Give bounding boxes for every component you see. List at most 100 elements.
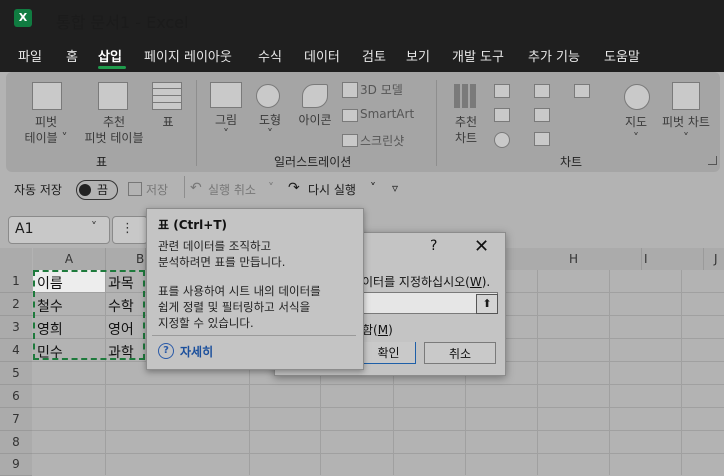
- tooltip-line-1: 관련 데이터를 조직하고: [158, 239, 272, 253]
- customize-qat-icon[interactable]: ▿: [392, 181, 398, 195]
- prompt-suffix: ).: [481, 275, 491, 289]
- column-header-b[interactable]: B: [106, 248, 146, 270]
- prompt-access-key: W: [469, 275, 482, 289]
- recommended-pivot-icon: [98, 82, 128, 110]
- group-label-charts: 차트: [560, 155, 583, 169]
- tab-page-layout[interactable]: 페이지 레이아웃: [144, 46, 232, 65]
- cancel-button[interactable]: 취소: [424, 342, 496, 364]
- waterfall-chart-icon[interactable]: [574, 84, 590, 98]
- select-all-corner[interactable]: [0, 248, 32, 270]
- ok-button[interactable]: 확인: [362, 342, 416, 364]
- formula-controls[interactable]: ⋮: [112, 216, 148, 244]
- dialog-range-prompt: 이터를 지정하십시오(W).: [362, 273, 490, 290]
- scatter-chart-icon[interactable]: [534, 132, 550, 146]
- checkbox-prefix: 함(: [362, 323, 378, 337]
- 3d-models-button[interactable]: 3D 모델: [340, 80, 424, 98]
- pictures-dropdown-icon: ˅: [223, 127, 229, 141]
- screenshot-label: 스크린샷: [360, 134, 405, 148]
- column-header-a[interactable]: A: [33, 248, 106, 270]
- tooltip-learn-more-link[interactable]: 자세히: [180, 343, 213, 360]
- statistic-chart-icon[interactable]: [534, 108, 550, 122]
- redo-dropdown-icon[interactable]: ˅: [370, 181, 376, 195]
- pivot-table-button[interactable]: 피벗 테이블 ˅: [24, 80, 70, 160]
- column-header-i[interactable]: I: [642, 248, 704, 270]
- dialog-help-button[interactable]: ?: [430, 238, 437, 254]
- tooltip-title: 표 (Ctrl+T): [158, 218, 228, 232]
- maps-button[interactable]: 지도 ˅: [618, 80, 654, 146]
- name-box-value: A1: [15, 221, 34, 237]
- undo-icon[interactable]: ↶: [190, 180, 202, 196]
- redo-label[interactable]: 다시 실행: [308, 181, 356, 198]
- toggle-knob: [79, 184, 91, 196]
- smartart-icon: [342, 109, 358, 122]
- dialog-launcher-icon[interactable]: [708, 156, 717, 165]
- grid-row-line: [32, 430, 724, 431]
- pivot-table-label-1: 피벗: [34, 115, 58, 129]
- row-header-4[interactable]: 4: [0, 339, 32, 362]
- collapse-dialog-icon[interactable]: ⬆: [476, 294, 498, 314]
- pictures-button[interactable]: 그림 ˅: [206, 80, 246, 150]
- tooltip-line-2: 분석하려면 표를 만듭니다.: [158, 255, 286, 269]
- icons-button[interactable]: 아이콘: [292, 80, 338, 140]
- line-chart-icon[interactable]: [494, 108, 510, 122]
- tooltip-line-5: 지정할 수 있습니다.: [158, 316, 254, 330]
- redo-icon[interactable]: ↷: [288, 180, 300, 196]
- undo-label[interactable]: 실행 취소: [208, 181, 256, 198]
- recommended-pivot-label-2: 피벗 테이블: [84, 131, 144, 145]
- prompt-prefix: 이터를 지정하십시오(: [362, 275, 470, 289]
- group-label-illustrations: 일러스트레이션: [274, 155, 352, 169]
- recommended-charts-label-1: 추천: [454, 115, 478, 129]
- smartart-button[interactable]: SmartArt: [340, 106, 424, 124]
- tab-developer[interactable]: 개발 도구: [452, 46, 504, 65]
- help-circle-icon[interactable]: ?: [158, 343, 174, 359]
- grid-row-line: [32, 384, 724, 385]
- tab-review[interactable]: 검토: [362, 46, 386, 65]
- row-header-9[interactable]: 9: [0, 454, 32, 476]
- name-box[interactable]: A1 ˅: [8, 216, 110, 244]
- tab-formulas[interactable]: 수식: [258, 46, 282, 65]
- tab-home[interactable]: 홈: [66, 46, 78, 65]
- headers-checkbox-label[interactable]: 함(M): [362, 321, 393, 338]
- tab-help[interactable]: 도움말: [604, 46, 640, 65]
- selection-marquee: [33, 270, 145, 360]
- column-chart-icon[interactable]: [494, 84, 510, 98]
- save-icon[interactable]: [128, 182, 142, 196]
- row-header-3[interactable]: 3: [0, 316, 32, 339]
- tab-file[interactable]: 파일: [18, 46, 42, 65]
- tab-data[interactable]: 데이터: [304, 46, 340, 65]
- formula-bar-menu-icon[interactable]: ⋮: [121, 221, 134, 236]
- row-header-6[interactable]: 6: [0, 385, 32, 408]
- row-header-2[interactable]: 2: [0, 293, 32, 316]
- row-header-5[interactable]: 5: [0, 362, 32, 385]
- recommended-charts-button[interactable]: 추천 차트: [446, 80, 486, 146]
- save-label[interactable]: 저장: [146, 181, 168, 198]
- grid-row-line: [32, 407, 724, 408]
- recommended-pivot-button[interactable]: 추천 피벗 테이블: [84, 80, 144, 160]
- row-header-1[interactable]: 1: [0, 270, 32, 293]
- shapes-button[interactable]: 도형 ˅: [250, 80, 290, 150]
- column-header-h[interactable]: H: [504, 248, 642, 270]
- hierarchy-chart-icon[interactable]: [534, 84, 550, 98]
- window-title: 통합 문서1 - Excel: [56, 13, 189, 32]
- screenshot-button[interactable]: 스크린샷: [340, 131, 424, 149]
- name-box-dropdown-icon[interactable]: ˅: [91, 220, 97, 234]
- table-label: 표: [162, 115, 174, 129]
- row-header-8[interactable]: 8: [0, 431, 32, 454]
- tab-view[interactable]: 보기: [406, 46, 430, 65]
- pivot-chart-button[interactable]: 피벗 차트 ˅: [656, 80, 716, 146]
- pie-chart-icon[interactable]: [494, 132, 510, 148]
- ribbon-separator: [436, 80, 437, 166]
- undo-dropdown-icon[interactable]: ˅: [268, 181, 274, 195]
- dialog-close-button[interactable]: ✕: [474, 236, 489, 257]
- tab-insert[interactable]: 삽입: [98, 46, 122, 65]
- column-header-j[interactable]: J: [704, 248, 724, 270]
- tab-addins[interactable]: 추가 기능: [528, 46, 580, 65]
- table-button[interactable]: 표: [150, 80, 186, 160]
- checkbox-access-key: M: [377, 323, 389, 337]
- 3d-model-icon: [342, 82, 358, 98]
- shapes-icon: [256, 84, 280, 108]
- excel-logo-icon: X: [14, 9, 32, 27]
- recommended-charts-icon: [454, 84, 476, 108]
- row-header-7[interactable]: 7: [0, 408, 32, 431]
- pivot-table-icon: [32, 82, 62, 110]
